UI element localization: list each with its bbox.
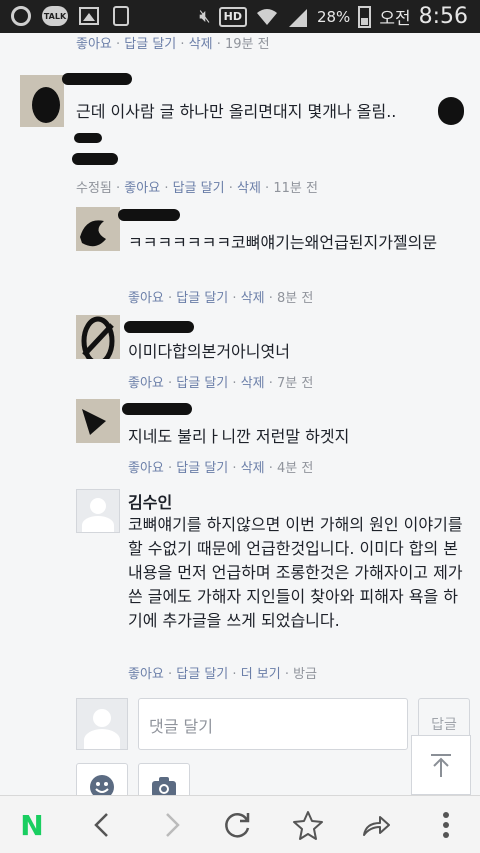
comment-meta: 좋아요 · 답글 달기 · 삭제 · 4분 전 <box>128 461 314 476</box>
camera-icon <box>152 777 176 795</box>
comment-text: ㅋㅋㅋㅋㅋㅋㅋ코뼈얘기는왜언급된지가젤의문 <box>128 233 438 252</box>
reply-link[interactable]: 답글 달기 <box>173 181 225 196</box>
mute-icon: 🔇︎ <box>199 6 211 27</box>
chevron-left-icon <box>94 813 108 837</box>
comment-meta: 좋아요 · 답글 달기 · 더 보기 · 방금 <box>128 667 318 682</box>
status-bar: TALK 🔇︎ HD 28% 오전 8:56 <box>0 0 480 33</box>
avatar[interactable] <box>76 315 120 359</box>
comment-text: 지네도 불리ㅏ니깐 저런말 하겟지 <box>128 427 350 446</box>
commenter-name[interactable]: 김수인 <box>128 489 172 513</box>
comment-time: 11분 전 <box>273 181 318 196</box>
share-button[interactable] <box>346 796 406 853</box>
redaction-scribble <box>32 87 60 123</box>
comment-time: 8분 전 <box>277 291 314 306</box>
like-link[interactable]: 좋아요 <box>76 37 112 52</box>
share-arrow-icon <box>363 816 390 836</box>
comment-time: 19분 전 <box>225 37 270 52</box>
text-redaction <box>438 97 464 125</box>
comment-time: 방금 <box>293 667 318 682</box>
redaction-scribble <box>80 220 106 247</box>
name-redaction <box>118 209 180 221</box>
delete-link[interactable]: 삭제 <box>241 461 265 476</box>
comment-meta: 좋아요 · 답글 달기 · 삭제 · 19분 전 <box>76 37 270 52</box>
delete-link[interactable]: 삭제 <box>241 376 265 391</box>
comment-time: 4분 전 <box>277 461 314 476</box>
photo-button[interactable] <box>138 763 190 795</box>
browser-toolbar: N <box>0 795 480 853</box>
arrow-up-icon <box>431 754 451 777</box>
star-icon <box>293 811 323 840</box>
edited-label: 수정됨 <box>76 181 112 196</box>
name-redaction <box>124 321 194 333</box>
scroll-to-top-button[interactable] <box>411 735 471 795</box>
chevron-right-icon <box>166 813 180 837</box>
comment-text: 근데 이사람 글 하나만 올리면대지 몇개나 올림.. <box>76 102 397 121</box>
delete-link[interactable]: 삭제 <box>241 291 265 306</box>
redaction-scribble <box>81 316 115 359</box>
naver-home-button[interactable]: N <box>2 796 62 853</box>
delete-link[interactable]: 삭제 <box>189 37 213 52</box>
signal-icon <box>288 8 307 27</box>
comment-thread[interactable]: 좋아요 · 답글 달기 · 삭제 · 19분 전 근데 이사람 글 하나만 올리… <box>0 33 480 795</box>
kakaotalk-icon: TALK <box>42 6 68 26</box>
refresh-button[interactable] <box>208 796 268 853</box>
reply-link[interactable]: 답글 달기 <box>176 376 228 391</box>
name-redaction <box>62 73 132 85</box>
gallery-icon <box>78 5 100 27</box>
reply-link[interactable]: 답글 달기 <box>176 461 228 476</box>
like-link[interactable]: 좋아요 <box>124 181 160 196</box>
more-link[interactable]: 더 보기 <box>241 667 281 682</box>
comment-meta: 좋아요 · 답글 달기 · 삭제 · 8분 전 <box>128 291 314 306</box>
reply-input[interactable]: 댓글 달기 <box>138 698 408 750</box>
text-redaction <box>74 133 102 143</box>
avatar[interactable] <box>76 207 120 251</box>
avatar[interactable] <box>76 399 120 443</box>
clipboard-icon <box>110 5 132 27</box>
more-menu-button[interactable] <box>416 796 476 853</box>
hd-voice-icon: HD <box>218 6 247 27</box>
like-link[interactable]: 좋아요 <box>128 291 164 306</box>
reply-link[interactable]: 답글 달기 <box>124 37 176 52</box>
avatar[interactable] <box>20 75 64 127</box>
my-avatar <box>76 698 128 750</box>
sticker-button[interactable] <box>76 763 128 795</box>
comment-text: 코뼈얘기를 하지않으면 이번 가해의 원인 이야기를 할 수없기 때문에 언급한… <box>128 515 463 630</box>
comment-meta: 수정됨 · 좋아요 · 답글 달기 · 삭제 · 11분 전 <box>76 181 318 196</box>
reply-link[interactable]: 답글 달기 <box>176 291 228 306</box>
battery-icon <box>358 5 372 28</box>
comment-time: 7분 전 <box>277 376 314 391</box>
redaction-scribble <box>82 409 106 435</box>
clock-ampm: 오전 <box>379 9 411 29</box>
clock-time: 8:56 <box>418 4 468 29</box>
more-vertical-icon <box>443 812 449 838</box>
battery-percent: 28% <box>316 7 351 26</box>
delete-link[interactable]: 삭제 <box>237 181 261 196</box>
reply-link[interactable]: 답글 달기 <box>176 667 228 682</box>
smiley-icon <box>90 775 114 795</box>
name-redaction <box>122 403 192 415</box>
comment-text: 이미다합의본거아니엿너 <box>128 342 290 361</box>
avatar[interactable] <box>76 489 120 533</box>
back-button[interactable] <box>72 796 132 853</box>
app-circle-icon <box>10 5 32 27</box>
like-link[interactable]: 좋아요 <box>128 461 164 476</box>
bookmark-button[interactable] <box>278 796 338 853</box>
text-redaction <box>72 153 118 165</box>
comment-meta: 좋아요 · 답글 달기 · 삭제 · 7분 전 <box>128 376 314 391</box>
like-link[interactable]: 좋아요 <box>128 376 164 391</box>
like-link[interactable]: 좋아요 <box>128 667 164 682</box>
forward-button[interactable] <box>142 796 202 853</box>
wifi-icon <box>256 8 277 25</box>
refresh-icon <box>225 813 250 838</box>
